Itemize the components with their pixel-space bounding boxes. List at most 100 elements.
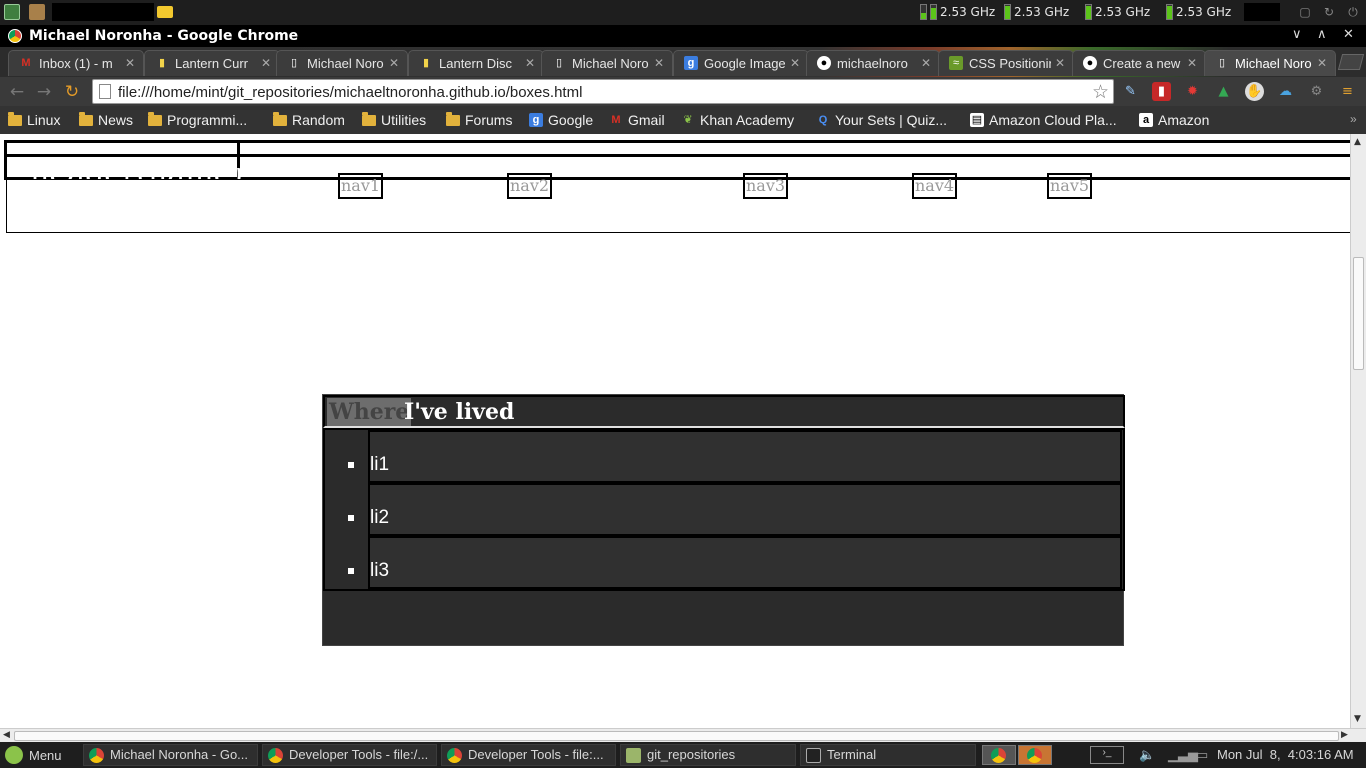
panel-hidden-region [52, 3, 154, 21]
pen-extension-icon[interactable]: ✎ [1121, 82, 1140, 101]
chrome-menu-icon[interactable]: ≡ [1338, 82, 1357, 101]
folder-icon[interactable] [157, 6, 173, 18]
close-tab-icon[interactable]: ✕ [790, 56, 800, 70]
close-tab-icon[interactable]: ✕ [921, 56, 931, 70]
tab-lantern-disc[interactable]: ▮ Lantern Disc ✕ [408, 50, 544, 76]
page-icon: ▯ [1218, 57, 1226, 69]
reload-button[interactable]: ↻ [62, 82, 82, 102]
task-devtools-2[interactable]: Developer Tools - file:... [441, 744, 616, 766]
app-launcher-icon[interactable] [29, 4, 45, 20]
close-tab-icon[interactable]: ✕ [261, 56, 271, 70]
settings-gear-icon[interactable]: ⚙ [1307, 82, 1326, 101]
drive-icon[interactable]: ▲ [1214, 82, 1233, 101]
bookmark-extension-icon[interactable]: ▮ [1152, 82, 1171, 101]
refresh-icon[interactable]: ↻ [1322, 5, 1336, 19]
address-url[interactable]: file:///home/mint/git_repositories/micha… [118, 84, 582, 101]
bookmarks-bar: Linux News Programmi... Random Utilities… [0, 106, 1366, 134]
cpu-bar-icon [1166, 4, 1173, 20]
vertical-scrollbar[interactable]: ▲ ▼ [1350, 134, 1366, 728]
new-tab-button[interactable] [1337, 54, 1365, 70]
more-bookmarks-icon[interactable]: » [1350, 112, 1357, 126]
cpu-monitor-4: 2.53 GHz [1166, 4, 1231, 20]
tab-lantern-curr[interactable]: ▮ Lantern Curr ✕ [144, 50, 280, 76]
tab-create-new[interactable]: ● Create a new ✕ [1072, 50, 1206, 76]
cloud-extension-icon[interactable]: ☁ [1276, 82, 1295, 101]
show-desktop-icon[interactable] [4, 4, 20, 20]
close-tab-icon[interactable]: ✕ [1317, 56, 1327, 70]
hand-extension-icon[interactable]: ✋ [1245, 82, 1264, 101]
amazon-cloud-icon: ▤ [970, 113, 984, 127]
tab-label: Create a new [1103, 56, 1181, 71]
bookmark-programming[interactable]: Programmi... [148, 111, 247, 128]
scroll-down-icon[interactable]: ▼ [1354, 714, 1361, 724]
tab-michael-noronha-1[interactable]: ▯ Michael Noro ✕ [276, 50, 408, 76]
page-icon: ▯ [555, 57, 563, 69]
nav-item-2[interactable]: nav2 [507, 173, 553, 199]
nav-item-5[interactable]: nav5 [1047, 173, 1093, 199]
volume-icon[interactable]: 🔈 [1139, 747, 1155, 763]
bookmark-news[interactable]: News [79, 111, 133, 128]
tab-michael-noronha-active[interactable]: ▯ Michael Noro ✕ [1204, 50, 1336, 76]
list-item-text: li3 [370, 560, 390, 581]
close-tab-icon[interactable]: ✕ [125, 56, 135, 70]
window-title: Michael Noronha - Google Chrome [29, 28, 299, 44]
close-tab-icon[interactable]: ✕ [1187, 56, 1197, 70]
bookmark-random[interactable]: Random [273, 111, 345, 128]
page-icon [99, 84, 111, 99]
horizontal-scrollbar[interactable]: ◀ ▶ [0, 728, 1366, 742]
bookmark-gmail[interactable]: M Gmail [609, 112, 664, 128]
nav-item-3[interactable]: nav3 [743, 173, 789, 199]
battery-icon[interactable]: ▭ [1196, 747, 1208, 763]
task-file-manager[interactable]: git_repositories [620, 744, 796, 766]
folder-icon [362, 111, 376, 126]
task-chrome[interactable]: Michael Noronha - Go... [83, 744, 258, 766]
workspace-2[interactable] [1018, 745, 1052, 765]
close-tab-icon[interactable]: ✕ [525, 56, 535, 70]
scroll-up-icon[interactable]: ▲ [1354, 137, 1361, 147]
close-tab-icon[interactable]: ✕ [1055, 56, 1065, 70]
close-tab-icon[interactable]: ✕ [389, 56, 399, 70]
taskbar: Menu Michael Noronha - Go... Developer T… [0, 742, 1366, 768]
bookmark-google[interactable]: g Google [529, 112, 593, 128]
bookmark-amazon-cloud[interactable]: ▤ Amazon Cloud Pla... [970, 112, 1117, 128]
workspace-1[interactable] [982, 745, 1016, 765]
tab-google-images[interactable]: g Google Image ✕ [673, 50, 809, 76]
address-bar[interactable]: file:///home/mint/git_repositories/micha… [92, 79, 1114, 104]
chrome-icon [8, 29, 22, 43]
bookmark-star-icon[interactable]: ☆ [1092, 81, 1109, 104]
bookmark-forums[interactable]: Forums [446, 111, 512, 128]
tab-css-positioning[interactable]: ≈ CSS Positionin ✕ [938, 50, 1074, 76]
bookmark-linux[interactable]: Linux [8, 111, 60, 128]
terminal-tray-icon[interactable]: ›_ [1090, 746, 1124, 764]
network-icon[interactable]: ▁▃▅ [1168, 747, 1198, 763]
scroll-right-icon[interactable]: ▶ [1341, 730, 1348, 740]
maximize-button[interactable]: ∧ [1317, 27, 1327, 42]
nav-item-4[interactable]: nav4 [912, 173, 958, 199]
start-menu-button[interactable]: Menu [5, 746, 62, 764]
task-terminal[interactable]: Terminal [800, 744, 976, 766]
github-icon: ● [1083, 56, 1097, 70]
horizontal-scroll-thumb[interactable] [14, 731, 1339, 741]
scroll-left-icon[interactable]: ◀ [3, 730, 10, 740]
bookmark-amazon[interactable]: a Amazon [1139, 112, 1209, 128]
window-titlebar[interactable]: Michael Noronha - Google Chrome ∨ ∧ ✕ [0, 25, 1366, 47]
bookmark-quizlet[interactable]: Q Your Sets | Quiz... [816, 112, 947, 128]
back-button[interactable]: ← [7, 82, 27, 102]
bookmark-utilities[interactable]: Utilities [362, 111, 426, 128]
vertical-scroll-thumb[interactable] [1353, 257, 1364, 370]
task-devtools-1[interactable]: Developer Tools - file:/... [262, 744, 437, 766]
power-icon[interactable]: ⏻ [1346, 5, 1360, 19]
bookmark-khan-academy[interactable]: ❦ Khan Academy [681, 112, 794, 128]
bug-extension-icon[interactable]: ✹ [1183, 82, 1202, 101]
minimize-button[interactable]: ∨ [1292, 27, 1302, 42]
tab-github-michaelnoronha[interactable]: ● michaelnoro ✕ [806, 50, 940, 76]
clock[interactable]: Mon Jul 8, 4:03:16 AM [1217, 747, 1354, 762]
tab-michael-noronha-2[interactable]: ▯ Michael Noro ✕ [541, 50, 673, 76]
lock-icon[interactable]: ▢ [1298, 5, 1312, 19]
bullet-icon [348, 515, 354, 521]
forward-button[interactable]: → [34, 82, 54, 102]
close-window-button[interactable]: ✕ [1343, 27, 1354, 42]
nav-item-1[interactable]: nav1 [338, 173, 384, 199]
close-tab-icon[interactable]: ✕ [654, 56, 664, 70]
tab-inbox[interactable]: M Inbox (1) - m ✕ [8, 50, 144, 76]
